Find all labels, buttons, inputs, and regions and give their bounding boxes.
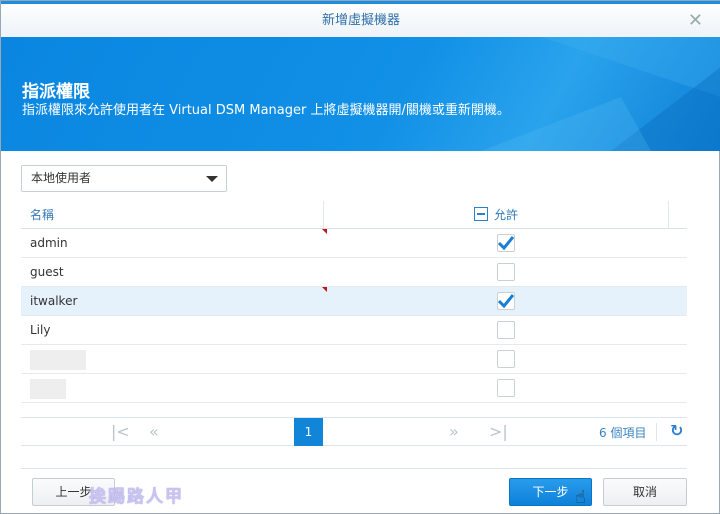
name-cell: admin: [21, 229, 327, 257]
name-cell: guest: [21, 258, 324, 286]
user-name: admin: [30, 236, 68, 250]
allow-cell: [324, 374, 687, 402]
watermark: 挨踢路人甲: [89, 487, 184, 507]
dropdown-value: 本地使用者: [31, 171, 92, 185]
table-header: 名稱 允許: [21, 201, 687, 229]
allow-checkbox[interactable]: [496, 321, 515, 339]
chevron-down-icon: [206, 176, 218, 182]
hand-cursor-icon: ☝: [575, 487, 586, 508]
name-cell: itwalker: [21, 287, 327, 315]
allow-checkbox[interactable]: [496, 234, 515, 252]
user-name: Lily: [30, 323, 51, 337]
divider: [656, 423, 657, 441]
column-allow-label: 允許: [493, 208, 518, 222]
table-row[interactable]: [21, 345, 687, 374]
allow-cell: [324, 345, 687, 373]
prev-page-icon[interactable]: «: [149, 422, 159, 441]
name-cell: [21, 345, 324, 373]
table-row[interactable]: guest: [21, 258, 687, 287]
column-allow[interactable]: 允許: [324, 201, 669, 228]
name-cell: Lily: [21, 316, 324, 344]
select-all-checkbox[interactable]: [473, 207, 488, 221]
allow-checkbox[interactable]: [496, 263, 515, 281]
table-row[interactable]: [21, 374, 687, 403]
banner-decoration: [481, 37, 720, 151]
allow-checkbox[interactable]: [496, 379, 515, 397]
banner-description: 指派權限來允許使用者在 Virtual DSM Manager 上將虛擬機器開/…: [22, 103, 510, 118]
check-icon: [497, 294, 514, 308]
first-page-icon[interactable]: |<: [111, 422, 130, 441]
last-page-icon[interactable]: >|: [489, 422, 508, 441]
redacted-name: [30, 349, 86, 370]
changed-marker: [322, 229, 327, 234]
next-page-icon[interactable]: »: [449, 422, 459, 441]
allow-checkbox[interactable]: [496, 350, 515, 368]
name-cell: [21, 374, 324, 402]
window-title: 新增虛擬機器: [321, 13, 400, 28]
title-bar: 新增虛擬機器 ✕: [1, 1, 720, 37]
footer-divider: [21, 468, 687, 469]
table-row[interactable]: Lily: [21, 316, 687, 345]
cancel-button[interactable]: 取消: [603, 478, 687, 506]
column-name[interactable]: 名稱: [21, 201, 324, 228]
allow-cell: [324, 287, 687, 315]
pagination: |< « 1 » >| 6 個項目 ↻: [21, 417, 687, 446]
permission-table: 名稱 允許 admin guest itwalker Lily: [21, 201, 687, 403]
header-banner: 指派權限 指派權限來允許使用者在 Virtual DSM Manager 上將虛…: [1, 37, 720, 151]
redacted-name: [30, 378, 66, 399]
allow-cell: [324, 258, 687, 286]
table-row[interactable]: itwalker: [21, 287, 687, 316]
user-name: itwalker: [30, 294, 78, 308]
user-type-dropdown[interactable]: 本地使用者: [21, 165, 227, 192]
allow-checkbox[interactable]: [496, 292, 515, 310]
close-icon[interactable]: ✕: [688, 4, 703, 37]
page-number[interactable]: 1: [294, 418, 323, 446]
check-icon: [497, 236, 514, 250]
allow-cell: [324, 229, 687, 257]
user-name: guest: [30, 265, 64, 279]
table-row[interactable]: admin: [21, 229, 687, 258]
changed-marker: [322, 287, 327, 292]
item-count: 6 個項目: [599, 426, 647, 440]
allow-cell: [324, 316, 687, 344]
refresh-icon[interactable]: ↻: [670, 421, 683, 440]
